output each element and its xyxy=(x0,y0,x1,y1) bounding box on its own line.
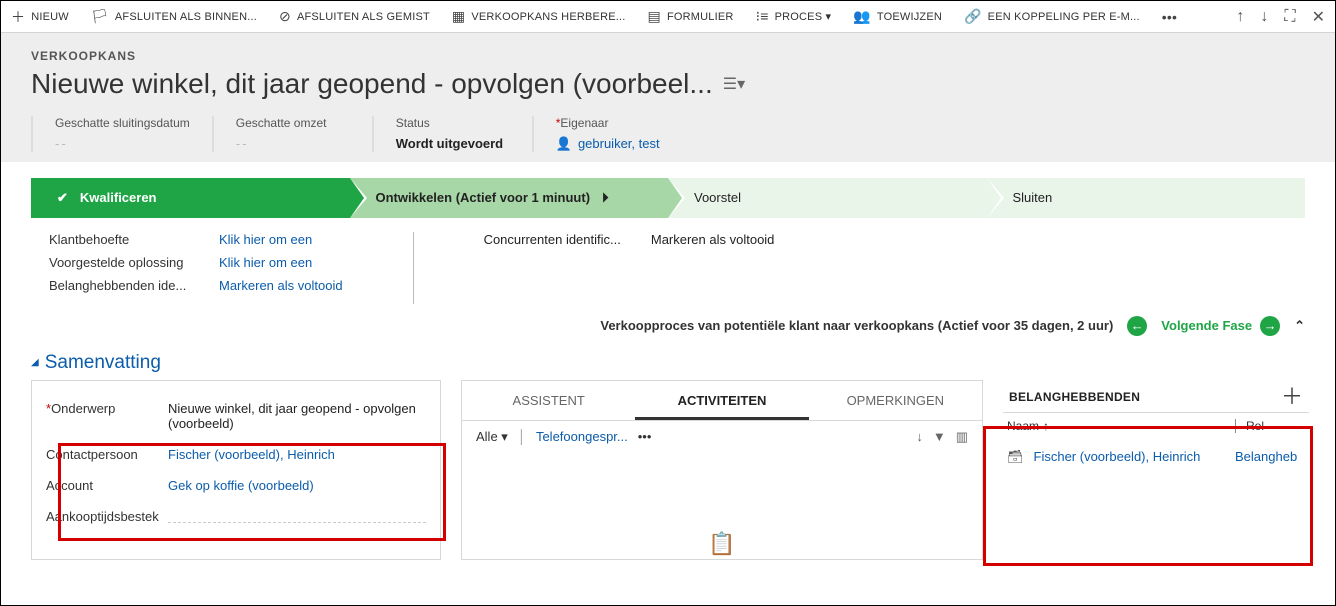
tab-opmerkingen[interactable]: OPMERKINGEN xyxy=(809,381,982,420)
stage-voorstel[interactable]: Voorstel xyxy=(668,178,987,218)
more-icon: ••• xyxy=(1162,9,1177,25)
link-icon: 🔗 xyxy=(964,8,982,25)
cmd-more[interactable]: ••• xyxy=(1162,9,1177,25)
row-aankooptijdsbestek[interactable]: Aankooptijdsbestek xyxy=(46,501,426,532)
stakeholders-panel: BELANGHEBBENDEN ＋ Naam ↑ Rol 🗃 Fischer (… xyxy=(1003,380,1309,560)
account-link[interactable]: Gek op koffie (voorbeeld) xyxy=(168,478,314,493)
stakeholders-title: BELANGHEBBENDEN xyxy=(1009,390,1140,404)
concurrenten-link[interactable]: Markeren als voltooid xyxy=(651,232,775,247)
person-icon: 👤 xyxy=(556,136,572,151)
filter-alle[interactable]: Alle ▾ xyxy=(476,429,508,445)
contact-card-icon: 🗃 xyxy=(1007,449,1024,465)
section-toggle-icon: ◢ xyxy=(31,357,39,368)
popout-icon[interactable]: ⛶ xyxy=(1284,8,1295,26)
cmd-proces[interactable]: ⁝≡PROCES ▾ xyxy=(756,8,832,25)
form-icon: ▤ xyxy=(648,8,661,25)
stakeholder-name-link[interactable]: Fischer (voorbeeld), Heinrich xyxy=(1034,449,1225,464)
record-header: VERKOOPKANS Nieuwe winkel, dit jaar geop… xyxy=(1,33,1335,162)
list-icon[interactable]: ▥ xyxy=(956,429,968,445)
cmd-nieuw[interactable]: ＋NIEUW xyxy=(11,7,69,27)
oplossing-link[interactable]: Klik hier om een xyxy=(219,255,312,270)
process-icon: ⁝≡ xyxy=(756,8,769,25)
calc-icon: ▦ xyxy=(452,8,465,25)
summary-body: *Onderwerp Nieuwe winkel, dit jaar geope… xyxy=(1,380,1335,560)
stage-sluiten[interactable]: Sluiten xyxy=(987,178,1306,218)
col-naam[interactable]: Naam ↑ xyxy=(1007,419,1235,433)
tab-assistent[interactable]: ASSISTENT xyxy=(462,381,635,420)
cancel-icon: ⊘ xyxy=(279,8,291,25)
flag-icon: 🏳 xyxy=(91,8,109,25)
activity-more-icon[interactable]: ••• xyxy=(638,429,652,444)
next-stage-button[interactable]: Volgende Fase→ xyxy=(1161,316,1280,336)
command-bar: ＋NIEUW 🏳AFSLUITEN ALS BINNEN... ⊘AFSLUIT… xyxy=(1,1,1335,33)
check-icon: ✔ xyxy=(57,190,68,206)
record-title: Nieuwe winkel, dit jaar geopend - opvolg… xyxy=(31,69,713,100)
row-onderwerp[interactable]: *Onderwerp Nieuwe winkel, dit jaar geope… xyxy=(46,393,426,439)
filter-icon[interactable]: ▼ xyxy=(933,429,946,444)
entity-label: VERKOOPKANS xyxy=(31,49,1311,63)
process-duration: Verkoopproces van potentiële klant naar … xyxy=(600,318,1113,333)
arrow-up-icon[interactable]: ↑ xyxy=(1236,8,1244,26)
col-rol[interactable]: Rol xyxy=(1235,419,1305,433)
activities-panel: ASSISTENT ACTIVITEITEN OPMERKINGEN Alle … xyxy=(461,380,983,560)
stage-details: KlantbehoefteKlik hier om een Voorgestel… xyxy=(1,224,1335,310)
owner-link[interactable]: gebruiker, test xyxy=(578,136,660,151)
field-status[interactable]: Status Wordt uitgevoerd xyxy=(372,116,532,152)
stage-kwalificeren[interactable]: ✔Kwalificeren xyxy=(31,178,350,218)
contactpersoon-link[interactable]: Fischer (voorbeeld), Heinrich xyxy=(168,447,335,462)
plus-icon: ＋ xyxy=(11,7,25,27)
cmd-toewijzen[interactable]: 👥TOEWIJZEN xyxy=(853,8,942,25)
sort-asc-icon: ↑ xyxy=(1043,419,1049,433)
belanghebbenden-link[interactable]: Markeren als voltooid xyxy=(219,278,343,293)
assign-icon: 👥 xyxy=(853,8,871,25)
close-icon[interactable]: ✕ xyxy=(1312,7,1325,27)
stakeholder-role-link[interactable]: Belangheb xyxy=(1235,449,1305,464)
klantbehoefte-link[interactable]: Klik hier om een xyxy=(219,232,312,247)
clipboard-icon: 📋 xyxy=(708,531,735,557)
tab-activiteiten[interactable]: ACTIVITEITEN xyxy=(635,381,808,420)
add-telefoongesprek[interactable]: Telefoongespr... xyxy=(536,429,628,444)
sort-icon[interactable]: ↓ xyxy=(916,429,923,444)
title-dropdown-icon[interactable]: ☰▾ xyxy=(723,74,745,94)
process-bar: ✔Kwalificeren Ontwikkelen (Actief voor 1… xyxy=(1,162,1335,224)
stakeholder-row[interactable]: 🗃 Fischer (voorbeeld), Heinrich Belanghe… xyxy=(1003,439,1309,475)
cmd-email-link[interactable]: 🔗EEN KOPPELING PER E-M... xyxy=(964,8,1140,25)
field-owner[interactable]: *Eigenaar 👤gebruiker, test xyxy=(532,116,692,152)
process-footer: Verkoopproces van potentiële klant naar … xyxy=(1,310,1335,352)
summary-fields-panel: *Onderwerp Nieuwe winkel, dit jaar geope… xyxy=(31,380,441,560)
add-stakeholder-button[interactable]: ＋ xyxy=(1281,390,1303,404)
field-close-date[interactable]: Geschatte sluitingsdatum -- xyxy=(31,116,212,152)
collapse-process-icon[interactable]: ⌃ xyxy=(1294,318,1305,334)
stage-ontwikkelen[interactable]: Ontwikkelen (Actief voor 1 minuut)⏵ xyxy=(350,178,669,218)
process-back-button[interactable]: ← xyxy=(1127,316,1147,336)
cmd-herbereken[interactable]: ▦VERKOOPKANS HERBERE... xyxy=(452,8,626,25)
arrow-down-icon[interactable]: ↓ xyxy=(1260,8,1268,26)
row-contactpersoon[interactable]: Contactpersoon Fischer (voorbeeld), Hein… xyxy=(46,439,426,470)
cmd-formulier[interactable]: ▤FORMULIER xyxy=(648,8,734,25)
cmd-afsluiten-binnen[interactable]: 🏳AFSLUITEN ALS BINNEN... xyxy=(91,8,257,25)
section-header-samenvatting[interactable]: ◢ Samenvatting xyxy=(1,352,1335,380)
next-stage-icon: → xyxy=(1260,316,1280,336)
row-account[interactable]: Account Gek op koffie (voorbeeld) xyxy=(46,470,426,501)
cmd-afsluiten-gemist[interactable]: ⊘AFSLUITEN ALS GEMIST xyxy=(279,8,430,25)
active-flag-icon: ⏵ xyxy=(602,190,609,206)
field-revenue[interactable]: Geschatte omzet -- xyxy=(212,116,372,152)
